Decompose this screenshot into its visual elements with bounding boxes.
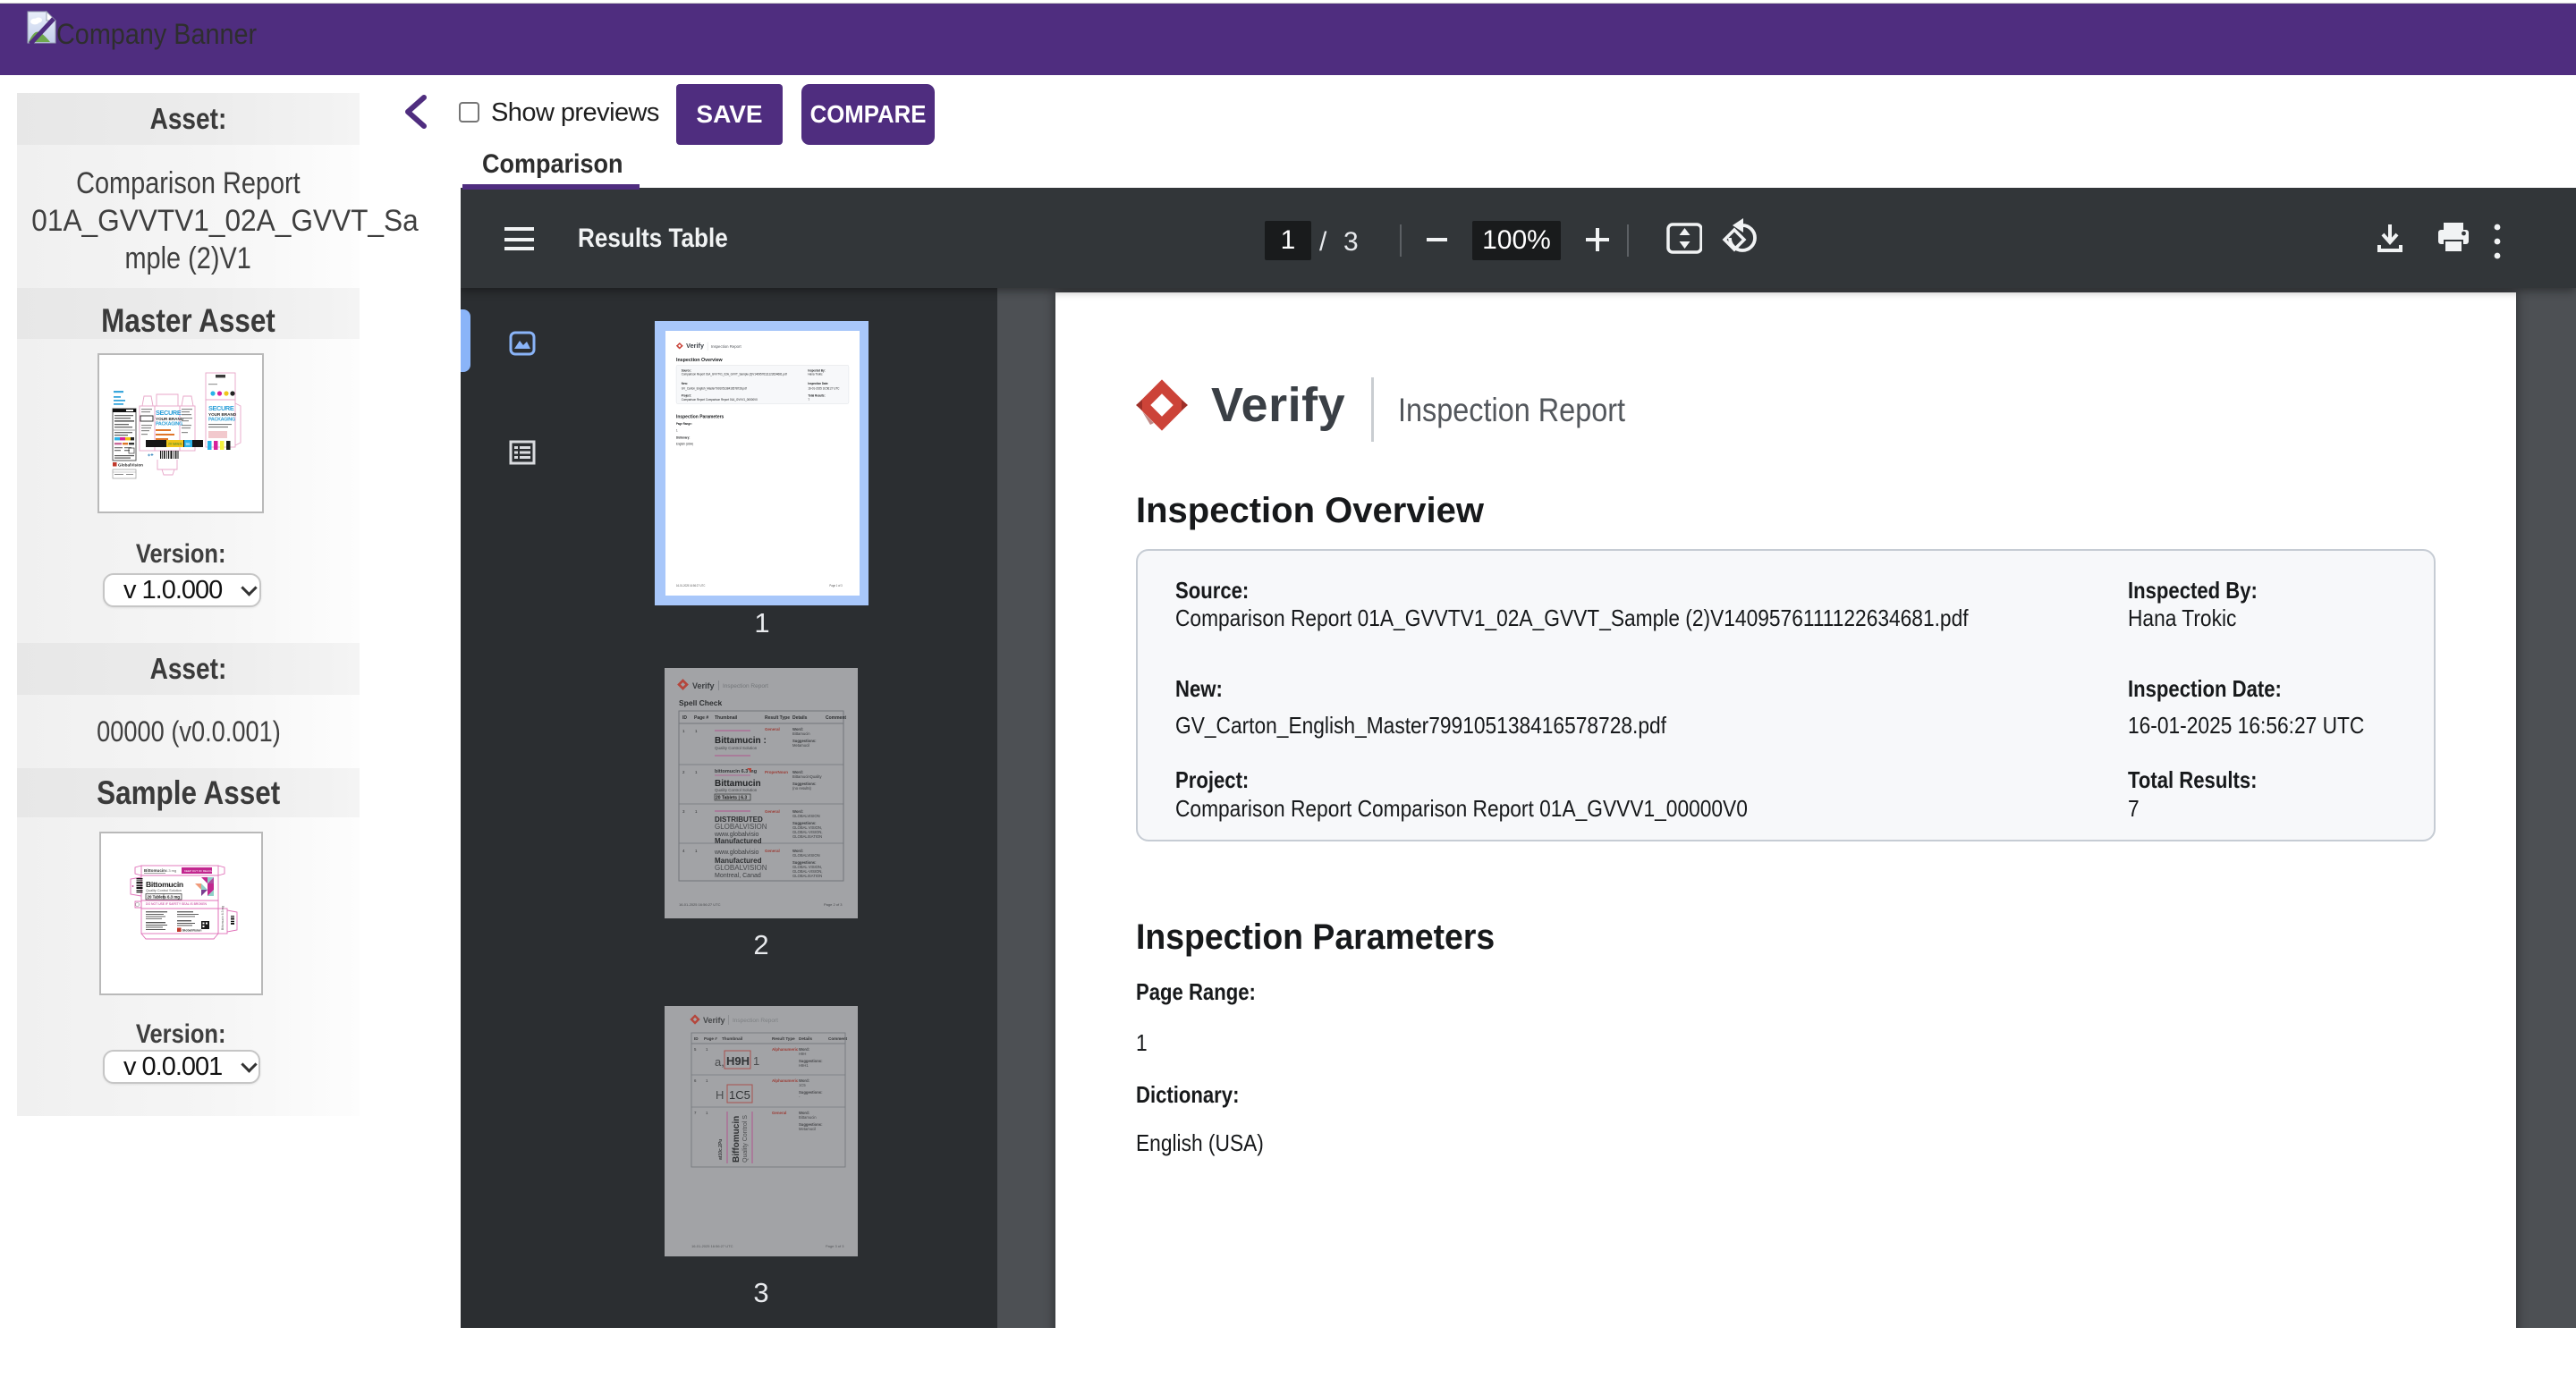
svg-text:Quality Control S: Quality Control S: [742, 1115, 749, 1162]
svg-text:Quality Control Solution: Quality Control Solution: [715, 788, 758, 792]
svg-text:20 Tablets: 20 Tablets: [148, 895, 167, 900]
svg-text:Comment: Comment: [826, 715, 846, 721]
svg-text:1C5: 1C5: [799, 1083, 806, 1087]
svg-text:Bittomucin: Bittomucin: [144, 868, 165, 873]
svg-text:Metamucil: Metamucil: [799, 1127, 816, 1131]
svg-text:General: General: [772, 1111, 786, 1115]
svg-text:GLOBALVISION: GLOBALVISION: [715, 864, 767, 872]
svg-text:General: General: [765, 809, 780, 814]
svg-text:Alphanumeric: Alphanumeric: [772, 1047, 799, 1052]
svg-text:Details: Details: [792, 715, 808, 721]
svg-text:Verify: Verify: [703, 1016, 725, 1025]
svg-text:Verify: Verify: [692, 681, 715, 690]
svg-text:16-01-2025 16:56:27 UTC: 16-01-2025 16:56:27 UTC: [679, 902, 721, 907]
svg-text:SECURE: SECURE: [208, 404, 234, 412]
svg-text:1: 1: [695, 770, 698, 774]
svg-text:GLOBALVISION: GLOBALVISION: [792, 814, 820, 818]
svg-text:Bittamucin: Bittamucin: [792, 731, 810, 736]
svg-text:BittamucinQuality: BittamucinQuality: [792, 774, 822, 779]
svg-text:Result Type: Result Type: [765, 715, 790, 721]
svg-text:ID: ID: [682, 715, 687, 721]
svg-text:1: 1: [706, 1111, 708, 1115]
svg-text:General: General: [765, 849, 780, 853]
svg-text:GLOBALISATION: GLOBALISATION: [792, 874, 822, 878]
svg-text:Thumbnail: Thumbnail: [715, 715, 738, 721]
svg-text:1: 1: [695, 849, 698, 853]
svg-text:PACKAGING: PACKAGING: [156, 422, 182, 427]
svg-text:YOUR BRAND: YOUR BRAND: [156, 417, 184, 421]
svg-text:6.3 mg: 6.3 mg: [165, 868, 176, 873]
svg-text:Spell Check: Spell Check: [679, 698, 722, 707]
svg-text:GLOBALVISION: GLOBALVISION: [792, 853, 820, 858]
svg-text:Result Type: Result Type: [772, 1036, 795, 1041]
svg-text:General: General: [765, 727, 780, 731]
svg-text:6.3 mg: 6.3 mg: [167, 895, 180, 900]
svg-text:Bittamucin: Bittamucin: [799, 1115, 817, 1120]
svg-text:PACKAGING: PACKAGING: [208, 418, 235, 423]
svg-text:DO NOT USE IF SAFETY SEAL IS B: DO NOT USE IF SAFETY SEAL IS BROKEN: [146, 902, 208, 906]
svg-text:96: 96: [186, 442, 191, 446]
svg-text:6: 6: [694, 1078, 697, 1083]
svg-text:Quality Control Solution: Quality Control Solution: [146, 889, 182, 892]
svg-text:Page 2 of 3: Page 2 of 3: [824, 902, 843, 907]
svg-text:Bittamucin :: Bittamucin :: [715, 736, 767, 746]
svg-text:Inspection Report: Inspection Report: [723, 683, 768, 689]
svg-text:H9H: H9H: [726, 1054, 750, 1068]
svg-text:1: 1: [682, 729, 685, 733]
svg-text:-: -: [799, 1095, 801, 1099]
svg-text:1: 1: [706, 1047, 708, 1052]
svg-text:Alphanumeric: Alphanumeric: [772, 1078, 799, 1083]
svg-text:20 Tablets | 6.3: 20 Tablets | 6.3: [716, 796, 747, 801]
svg-text:a,: a,: [715, 1055, 724, 1069]
svg-text:Suggestions:: Suggestions:: [799, 1090, 823, 1095]
svg-text:Comment: Comment: [828, 1036, 848, 1041]
svg-text:1C5: 1C5: [729, 1088, 750, 1102]
svg-text:3: 3: [682, 809, 685, 814]
svg-text:SECURE: SECURE: [156, 409, 182, 417]
svg-text:GLOBALISATION: GLOBALISATION: [792, 834, 822, 839]
svg-text:◈✚: ◈✚: [148, 452, 154, 457]
svg-text:GlobalVision: GlobalVision: [182, 929, 202, 933]
svg-text:Page 3 of 3: Page 3 of 3: [826, 1244, 844, 1248]
svg-text:7: 7: [694, 1111, 697, 1115]
svg-text:GLOBALVISION: GLOBALVISION: [715, 823, 767, 831]
svg-text:5: 5: [694, 1047, 697, 1052]
svg-text:H9H: H9H: [799, 1052, 806, 1056]
svg-text:1: 1: [695, 729, 698, 733]
svg-text:Montreal, Canad: Montreal, Canad: [715, 873, 761, 879]
svg-text:20 tablets: 20 tablets: [168, 443, 182, 446]
svg-text:GlobalVision: GlobalVision: [118, 463, 143, 468]
svg-text:4: 4: [682, 849, 685, 853]
svg-text:2: 2: [682, 770, 685, 774]
svg-text:ID: ID: [694, 1036, 699, 1041]
svg-text:Bittomucin 6.3 mg: Bittomucin 6.3 mg: [221, 906, 225, 930]
svg-text:Manufactured: Manufactured: [715, 837, 762, 845]
svg-text:YOUR BRAND: YOUR BRAND: [208, 412, 237, 417]
svg-text:(no results): (no results): [792, 786, 812, 790]
svg-text:Thumbnail: Thumbnail: [722, 1036, 742, 1041]
svg-text:Quality Control Solution: Quality Control Solution: [715, 746, 758, 750]
svg-text:1: 1: [753, 1054, 759, 1068]
svg-text:at10c.2Pu: at10c.2Pu: [718, 1139, 724, 1160]
svg-text:Details: Details: [799, 1036, 813, 1041]
svg-text:Bittomucin: Bittomucin: [146, 880, 183, 889]
svg-text:www.globalvisio: www.globalvisio: [714, 850, 759, 856]
svg-text:Page #: Page #: [694, 715, 708, 721]
svg-text:ProperNoun: ProperNoun: [765, 770, 788, 774]
svg-text:1: 1: [706, 1078, 708, 1083]
svg-text:1: 1: [695, 809, 698, 814]
svg-text:H: H: [716, 1088, 724, 1102]
svg-text:Biffomucin: Biffomucin: [732, 1116, 741, 1162]
svg-text:KEEP OUT OF REACH: KEEP OUT OF REACH: [184, 869, 212, 873]
svg-text:Page #: Page #: [704, 1036, 717, 1041]
svg-text:16-01-2025 16:56:27 UTC: 16-01-2025 16:56:27 UTC: [691, 1244, 733, 1248]
svg-text:Metamucil: Metamucil: [792, 743, 809, 748]
svg-text:Inspection Report: Inspection Report: [733, 1018, 778, 1024]
svg-text:H9H1: H9H1: [799, 1063, 809, 1068]
